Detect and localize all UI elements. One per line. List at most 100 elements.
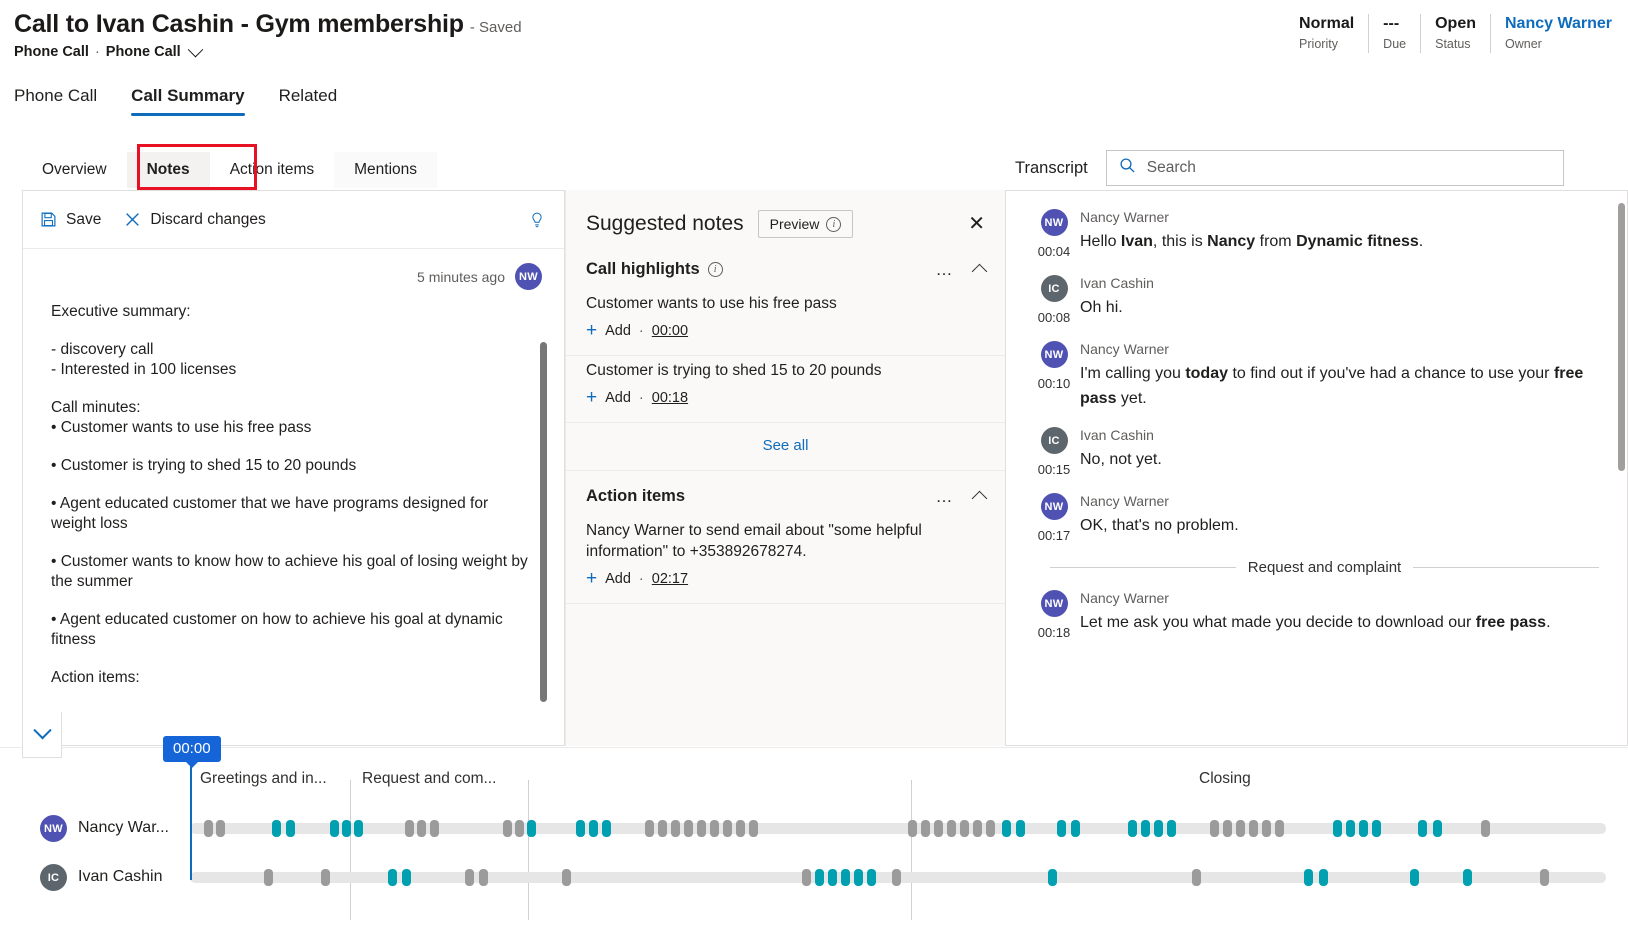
timeline-blip[interactable]: [1154, 820, 1163, 837]
see-all-link[interactable]: See all: [566, 423, 1005, 471]
timeline-blip[interactable]: [354, 820, 363, 837]
subtab-action-items[interactable]: Action items: [210, 152, 334, 188]
discard-changes-button[interactable]: Discard changes: [123, 211, 266, 229]
add-suggestion-button[interactable]: + Add: [586, 388, 631, 407]
timeline-blip[interactable]: [216, 820, 225, 837]
timeline-blip[interactable]: [645, 820, 654, 837]
preview-badge[interactable]: Preview i: [757, 210, 854, 238]
tab-call-summary[interactable]: Call Summary: [131, 82, 260, 116]
timeline-blip[interactable]: [1463, 869, 1472, 886]
entry-timestamp[interactable]: 00:10: [1038, 376, 1071, 391]
timeline-blip[interactable]: [1210, 820, 1219, 837]
playhead[interactable]: 00:00: [163, 736, 221, 880]
suggestion-timestamp[interactable]: 02:17: [652, 571, 688, 587]
timeline-blip[interactable]: [562, 869, 571, 886]
timeline-blip[interactable]: [286, 820, 295, 837]
timeline-blip[interactable]: [342, 820, 351, 837]
chevron-down-icon[interactable]: [187, 41, 203, 57]
timeline-blip[interactable]: [947, 820, 956, 837]
transcript-entry[interactable]: IC 00:08 Ivan Cashin Oh hi.: [1028, 275, 1599, 325]
notes-scrollbar[interactable]: [540, 342, 547, 712]
timeline-blip[interactable]: [515, 820, 524, 837]
timeline-blip[interactable]: [921, 820, 930, 837]
timeline-blip[interactable]: [264, 869, 273, 886]
timeline-blip[interactable]: [697, 820, 706, 837]
timeline-blip[interactable]: [749, 820, 758, 837]
timeline-blip[interactable]: [1002, 820, 1011, 837]
timeline-blip[interactable]: [430, 820, 439, 837]
timeline-blip[interactable]: [934, 820, 943, 837]
owner-value[interactable]: Nancy Warner: [1505, 14, 1612, 34]
tab-phone-call[interactable]: Phone Call: [14, 82, 113, 116]
search-input[interactable]: Search: [1105, 150, 1564, 186]
breadcrumb-form[interactable]: Phone Call: [106, 44, 181, 60]
save-button[interactable]: Save: [39, 211, 101, 229]
transcript-entry[interactable]: NW 00:10 Nancy Warner I'm calling you today…: [1028, 341, 1599, 411]
timeline-blip[interactable]: [1167, 820, 1176, 837]
entry-timestamp[interactable]: 00:15: [1038, 462, 1071, 477]
subtab-notes[interactable]: Notes: [126, 152, 210, 188]
lightbulb-icon[interactable]: [528, 211, 546, 229]
timeline-blip[interactable]: [1319, 869, 1328, 886]
transcript-entry[interactable]: NW 00:04 Nancy Warner Hello Ivan, this is N…: [1028, 209, 1599, 259]
timeline-blip[interactable]: [405, 820, 414, 837]
timeline-blip[interactable]: [330, 820, 339, 837]
timeline-blip[interactable]: [854, 869, 863, 886]
timeline-blip[interactable]: [1057, 820, 1066, 837]
timeline-blip[interactable]: [1275, 820, 1284, 837]
timeline-blip[interactable]: [417, 820, 426, 837]
info-icon[interactable]: i: [707, 262, 723, 277]
more-options-icon[interactable]: …: [936, 261, 955, 278]
tab-related[interactable]: Related: [279, 82, 354, 116]
chevron-up-icon[interactable]: [971, 263, 988, 280]
timeline-blip[interactable]: [1249, 820, 1258, 837]
timeline-blip[interactable]: [204, 820, 213, 837]
timeline-blip[interactable]: [1128, 820, 1137, 837]
timeline-blip[interactable]: [1333, 820, 1342, 837]
suggestion-timestamp[interactable]: 00:18: [652, 390, 688, 406]
entry-timestamp[interactable]: 00:04: [1038, 244, 1071, 259]
close-icon[interactable]: ✕: [968, 214, 985, 234]
transcript-scrollbar[interactable]: [1618, 203, 1625, 737]
timeline-blip[interactable]: [841, 869, 850, 886]
timeline-blip[interactable]: [736, 820, 745, 837]
timeline-blip[interactable]: [1418, 820, 1427, 837]
entry-timestamp[interactable]: 00:08: [1038, 310, 1071, 325]
timeline-blip[interactable]: [710, 820, 719, 837]
timeline-blip[interactable]: [1540, 869, 1549, 886]
add-suggestion-button[interactable]: + Add: [586, 569, 631, 588]
timeline-blip[interactable]: [815, 869, 824, 886]
suggestion-timestamp[interactable]: 00:00: [652, 323, 688, 339]
timeline-blip[interactable]: [1223, 820, 1232, 837]
timeline-blip[interactable]: [321, 869, 330, 886]
subtab-overview[interactable]: Overview: [22, 152, 127, 188]
timeline-blip[interactable]: [684, 820, 693, 837]
more-options-icon[interactable]: …: [936, 488, 955, 505]
speaker-track[interactable]: [190, 820, 1606, 837]
timeline-blip[interactable]: [1372, 820, 1381, 837]
timeline-blip[interactable]: [671, 820, 680, 837]
subtab-mentions[interactable]: Mentions: [334, 152, 438, 188]
timeline-blip[interactable]: [1141, 820, 1150, 837]
timeline-blip[interactable]: [527, 820, 536, 837]
transcript-entry[interactable]: NW 00:17 Nancy Warner OK, that's no problem…: [1028, 493, 1599, 543]
timeline-blip[interactable]: [802, 869, 811, 886]
timeline-blip[interactable]: [1262, 820, 1271, 837]
timeline-blip[interactable]: [602, 820, 611, 837]
timeline-blip[interactable]: [1048, 869, 1057, 886]
chevron-up-icon[interactable]: [971, 490, 988, 507]
transcript-entry[interactable]: IC 00:15 Ivan Cashin No, not yet.: [1028, 427, 1599, 477]
timeline-blip[interactable]: [589, 820, 598, 837]
timeline-blip[interactable]: [388, 869, 397, 886]
notes-editor[interactable]: Executive summary: - discovery call - In…: [23, 294, 564, 732]
speaker-track[interactable]: [190, 869, 1606, 886]
timeline-blip[interactable]: [1304, 869, 1313, 886]
timeline-blip[interactable]: [892, 869, 901, 886]
timeline-blip[interactable]: [465, 869, 474, 886]
transcript-entry[interactable]: NW 00:18 Nancy Warner Let me ask you what m…: [1028, 590, 1599, 640]
timeline-blip[interactable]: [1016, 820, 1025, 837]
timeline-blip[interactable]: [1236, 820, 1245, 837]
timeline-blip[interactable]: [658, 820, 667, 837]
timeline-blip[interactable]: [973, 820, 982, 837]
timeline-blip[interactable]: [1346, 820, 1355, 837]
